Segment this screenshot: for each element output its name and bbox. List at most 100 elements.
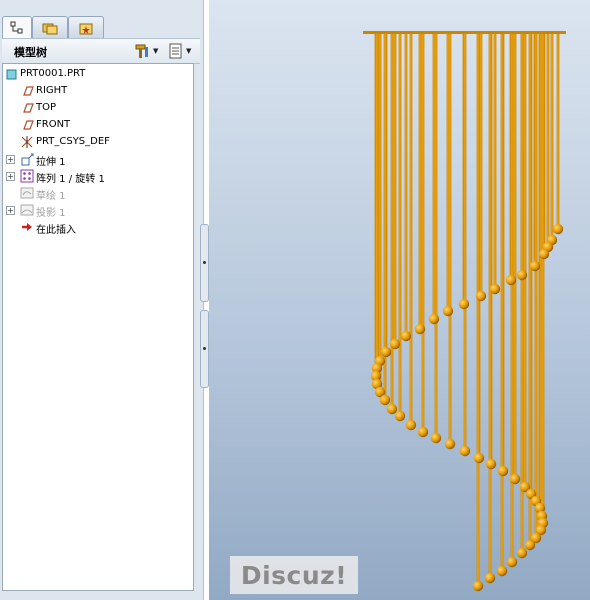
top-plate (363, 31, 566, 34)
rod-highlight (447, 34, 449, 311)
rod-highlight (514, 34, 516, 479)
rod-highlight (464, 34, 466, 451)
tree-item-label: PRT0001.PRT (20, 68, 86, 79)
crystal-ball (552, 223, 564, 235)
tree-item-label: 在此插入 (36, 225, 76, 236)
pattern-icon (20, 169, 34, 183)
watermark: Discuz! (230, 556, 358, 594)
panel-splitter[interactable] (200, 220, 209, 390)
insert-here-arrow-icon (22, 223, 32, 231)
expand-icon[interactable]: + (6, 155, 15, 164)
crystal-ball (459, 445, 471, 457)
rod-highlight (422, 34, 424, 432)
tree-item-label: 阵列 1 / 旋转 1 (36, 174, 105, 185)
expand-icon[interactable]: + (6, 206, 15, 215)
rod-highlight (477, 34, 479, 586)
sketch-icon (20, 187, 34, 199)
crystal-ball (472, 580, 484, 592)
rod-highlight (542, 34, 544, 523)
rod-highlight (449, 34, 451, 444)
projection-icon (20, 204, 34, 216)
rod-highlight (557, 34, 559, 229)
grip-dot (203, 347, 206, 350)
crystal-ball (380, 346, 392, 358)
model-tree: PRT0001.PRT RIGHT TOP FRONT PRT_CSYS_DEF… (2, 63, 194, 591)
folder-icon (42, 23, 58, 34)
model-tree-header: 模型树 ▼ ▼ (2, 38, 200, 64)
tree-item-part[interactable]: PRT0001.PRT (3, 66, 193, 83)
splitter-grip[interactable] (200, 310, 209, 388)
datum-plane-icon (23, 120, 34, 130)
rod-highlight (394, 34, 396, 344)
rod-highlight (524, 34, 526, 487)
tree-item-projection[interactable]: + 投影 1 (3, 202, 193, 219)
show-list-icon (169, 43, 182, 59)
rod-highlight (391, 34, 393, 409)
favorites-tab[interactable] (68, 16, 104, 38)
crystal-ball (509, 473, 521, 485)
part-icon (6, 69, 17, 80)
rod-highlight (540, 34, 542, 530)
favorites-icon (79, 23, 93, 34)
tree-item-insert-here[interactable]: 在此插入 (3, 219, 193, 236)
crystal-ball (417, 426, 429, 438)
rod-highlight (384, 34, 386, 400)
crystal-ball (529, 260, 541, 272)
rod-highlight (410, 34, 412, 425)
crystal-ball (394, 410, 406, 422)
datum-plane-icon (23, 103, 34, 113)
tree-item-label: 拉伸 1 (36, 157, 66, 168)
rod-highlight (379, 34, 381, 392)
rod-highlight (435, 34, 437, 438)
hammer-settings-icon (135, 44, 148, 58)
graphics-viewport[interactable]: Discuz! (209, 0, 590, 600)
datum-plane-icon (23, 86, 34, 96)
navigator-tab-strip (0, 0, 203, 38)
crystal-ball (516, 269, 528, 281)
crystal-ball (475, 290, 487, 302)
model-tree-tab[interactable] (2, 16, 32, 38)
crystal-ball (405, 419, 417, 431)
csys-icon (21, 136, 33, 148)
crystal-ball (497, 465, 509, 477)
rod-highlight (521, 34, 523, 553)
tree-item-front[interactable]: FRONT (3, 117, 193, 134)
tree-item-label: 草绘 1 (36, 191, 66, 202)
chevron-down-icon: ▼ (153, 47, 159, 55)
tree-item-right[interactable]: RIGHT (3, 83, 193, 100)
rod-highlight (501, 34, 503, 571)
splitter-grip[interactable] (200, 224, 209, 302)
grip-dot (203, 261, 206, 264)
crystal-ball (379, 394, 391, 406)
tree-item-extrude[interactable]: + 拉伸 1 (3, 151, 193, 168)
rod-highlight (433, 34, 435, 319)
crystal-ball (400, 330, 412, 342)
rod-highlight (405, 34, 407, 336)
expand-icon[interactable]: + (6, 172, 15, 181)
extrude-icon (21, 153, 34, 166)
tree-item-sketch[interactable]: 草绘 1 (3, 185, 193, 202)
crystal-ball (414, 323, 426, 335)
folder-browser-tab[interactable] (32, 16, 68, 38)
crystal-ball (458, 298, 470, 310)
crystal-ball (386, 403, 398, 415)
crystal-ball (430, 432, 442, 444)
crystal-ball (489, 283, 501, 295)
rod-highlight (547, 34, 549, 247)
crystal-ball (442, 305, 454, 317)
crystal-ball (505, 274, 517, 286)
tree-item-top[interactable]: TOP (3, 100, 193, 117)
rod-highlight (376, 34, 378, 384)
rod-highlight (529, 34, 531, 545)
chevron-down-icon: ▼ (186, 47, 192, 55)
tree-item-pattern[interactable]: + 阵列 1 / 旋转 1 (3, 168, 193, 185)
tree-item-label: PRT_CSYS_DEF (36, 136, 110, 147)
crystal-ball (389, 338, 401, 350)
tree-settings-button[interactable]: ▼ (133, 42, 163, 60)
rod-highlight (419, 34, 421, 329)
tree-show-button[interactable]: ▼ (168, 42, 198, 60)
rod-highlight (480, 34, 482, 296)
tree-item-csys[interactable]: PRT_CSYS_DEF (3, 134, 193, 151)
crystal-ball (428, 313, 440, 325)
crystal-ball (444, 438, 456, 450)
